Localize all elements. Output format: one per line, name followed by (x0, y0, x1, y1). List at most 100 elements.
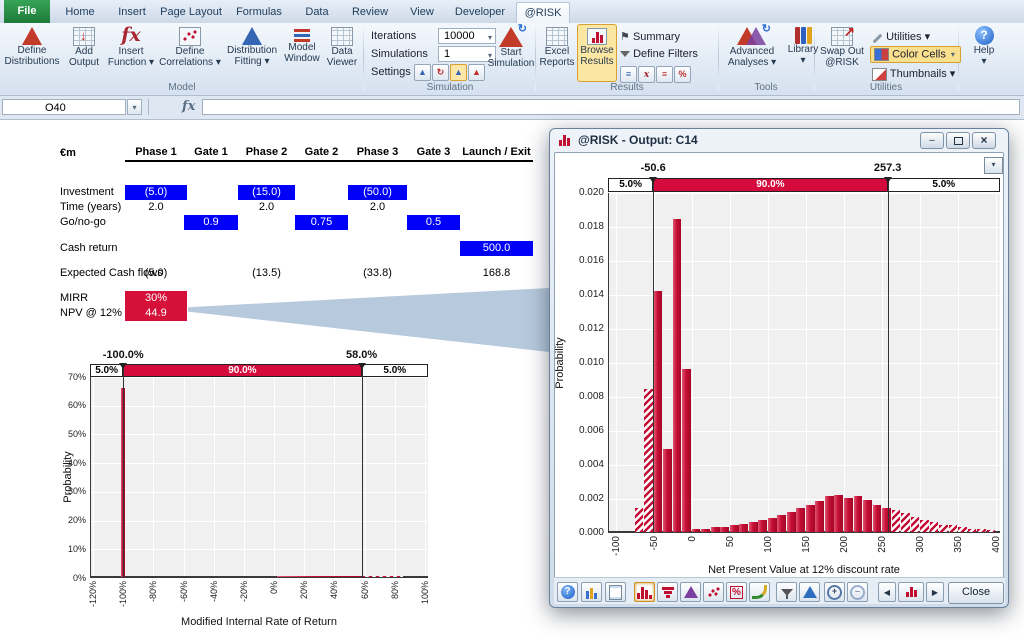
histogram-bar (948, 525, 958, 532)
percentile-icon[interactable]: % (674, 66, 691, 83)
gridline (958, 193, 960, 531)
start-simulation-button[interactable]: ↻ Start Simulation (488, 23, 535, 80)
sheet-cell[interactable]: (50.0) (348, 185, 407, 200)
delimiter-marker[interactable] (649, 177, 658, 183)
histogram-button[interactable] (634, 582, 655, 602)
excel-reports-button[interactable]: Excel Reports (539, 24, 575, 80)
thumbnails-button[interactable]: Thumbnails ▾ (872, 67, 955, 81)
data-viewer-icon (331, 27, 353, 46)
minimize-button[interactable]: – (920, 132, 944, 149)
sheet-cell[interactable]: 168.8 (460, 266, 533, 281)
gridline (304, 377, 306, 576)
sheet-cell[interactable]: 30% (125, 291, 187, 306)
overlay-button[interactable] (680, 582, 701, 602)
sheet-cell[interactable]: 2.0 (125, 200, 187, 215)
sheet-cell[interactable]: 2.0 (348, 200, 407, 215)
sheet-cell[interactable]: 2.0 (238, 200, 295, 215)
tab-file[interactable]: File (4, 0, 50, 23)
report-window-icon[interactable]: ≡ (620, 66, 637, 83)
help-icon: ? (974, 26, 994, 45)
color-cells-button[interactable]: Color Cells ▾ (870, 46, 961, 63)
insert-statistic-icon[interactable]: x (638, 66, 655, 83)
edit-and-export-button[interactable] (605, 582, 626, 602)
help-button[interactable]: ? (557, 582, 578, 602)
sheet-cell[interactable]: 0.9 (184, 215, 238, 230)
delimiter-value: 58.0% (345, 349, 378, 361)
ribbon-button-data-viewer[interactable]: Data Viewer (323, 24, 361, 80)
sheet-cell[interactable]: (13.5) (238, 266, 295, 281)
browse-cell-button[interactable] (898, 582, 924, 602)
ribbon-button-define-distributions[interactable]: Define Distributions (1, 24, 63, 80)
advanced-analyses-button[interactable]: ↻ Advanced Analyses ▾ (722, 23, 782, 80)
random-static-toggle-icon[interactable]: ↻ (432, 64, 449, 81)
percentile-button[interactable]: % (726, 582, 747, 602)
tab-developer[interactable]: Developer (448, 2, 512, 22)
delimiter-line[interactable] (361, 364, 363, 578)
previous-output-button[interactable]: ◀ (878, 582, 896, 602)
tab-data[interactable]: Data (296, 2, 338, 22)
close-window-button[interactable]: × (972, 132, 996, 149)
ribbon-button-insert-function-[interactable]: fx Insert Function ▾ (105, 24, 157, 80)
sheet-cell[interactable]: 0.5 (407, 215, 460, 230)
gridline (183, 377, 185, 576)
zoom-in-button[interactable]: + (824, 582, 845, 602)
distribution-fit-button[interactable] (799, 582, 820, 602)
utilities-menu-button[interactable]: Utilities ▾ (872, 30, 930, 44)
delimiter-line[interactable] (887, 178, 889, 533)
ribbon-button-add-output[interactable]: ↓ Add Output (64, 24, 104, 80)
delimiter-line[interactable] (653, 178, 655, 533)
sheet-cell[interactable]: (5.0) (125, 185, 187, 200)
sort-tornado-icon[interactable]: ≡ (656, 66, 673, 83)
filter-button[interactable] (776, 582, 797, 602)
insert-function-icon[interactable]: fx (182, 99, 195, 114)
chart-options-dropdown[interactable]: ▾ (984, 157, 1003, 174)
sheet-cell[interactable]: (33.8) (348, 266, 407, 281)
demo-mode-icon[interactable]: ▲ (468, 64, 485, 81)
swap-out-risk-button[interactable]: ↗ Swap Out @RISK (818, 24, 866, 80)
next-output-button[interactable]: ▶ (926, 582, 944, 602)
sheet-cell[interactable]: (5.0) (125, 266, 187, 281)
ribbon-button-define-correlations-[interactable]: Define Correlations ▾ (158, 24, 222, 80)
scatter-button[interactable] (703, 582, 724, 602)
tab-insert[interactable]: Insert (110, 2, 154, 22)
tab-review[interactable]: Review (344, 2, 396, 22)
simulation-settings-icon[interactable]: ▲ (414, 64, 431, 81)
tab-home[interactable]: Home (56, 2, 104, 22)
ribbon-button-model-window[interactable]: Model Window (282, 24, 322, 80)
delimiter-marker[interactable] (883, 177, 892, 183)
delimiter-marker[interactable] (357, 363, 366, 369)
ribbon-button-distribution-fitting-[interactable]: Distribution Fitting ▾ (223, 24, 281, 80)
tab-page-layout[interactable]: Page Layout (158, 2, 224, 22)
maximize-button[interactable] (946, 132, 970, 149)
chevron-down-icon[interactable]: ▾ (949, 50, 957, 59)
zoom-out-button[interactable]: – (847, 582, 868, 602)
formula-input[interactable] (202, 99, 1020, 115)
sheet-cell[interactable]: 500.0 (460, 241, 533, 256)
tornado-icon (661, 586, 674, 598)
report-settings-button[interactable] (581, 582, 602, 602)
help-button[interactable]: ? Help ▾ (966, 24, 1002, 80)
cumulative-button[interactable] (749, 582, 770, 602)
browse-results-button[interactable]: Browse Results (577, 24, 617, 82)
name-box-dropdown-icon[interactable]: ▾ (127, 99, 142, 115)
row-label-cash-return: Cash return (60, 242, 118, 254)
show-graph-toggle-icon[interactable]: ▲ (450, 64, 467, 81)
tab-formulas[interactable]: Formulas (230, 2, 288, 22)
tab-view[interactable]: View (402, 2, 442, 22)
tornado-button[interactable] (657, 582, 678, 602)
delimiter-marker[interactable] (119, 363, 128, 369)
zoom-in-icon: + (827, 584, 842, 600)
browse-results-label: Browse (580, 45, 614, 56)
close-button[interactable]: Close (948, 582, 1004, 604)
delimiter-line[interactable] (123, 364, 125, 578)
window-title-bar[interactable]: @RISK - Output: C14 – × (550, 129, 1008, 152)
sheet-cell[interactable]: 44.9 (125, 306, 187, 321)
library-button[interactable]: Library ▾ (784, 24, 822, 80)
name-box[interactable]: O40 (2, 99, 126, 115)
sheet-cell[interactable]: (15.0) (238, 185, 295, 200)
tab--risk[interactable]: @RISK (516, 2, 570, 23)
define-filters-button[interactable]: Define Filters (620, 48, 698, 60)
summary-button[interactable]: ⚑ Summary (620, 30, 680, 43)
x-tick-label: -60% (178, 581, 189, 603)
sheet-cell[interactable]: 0.75 (295, 215, 348, 230)
